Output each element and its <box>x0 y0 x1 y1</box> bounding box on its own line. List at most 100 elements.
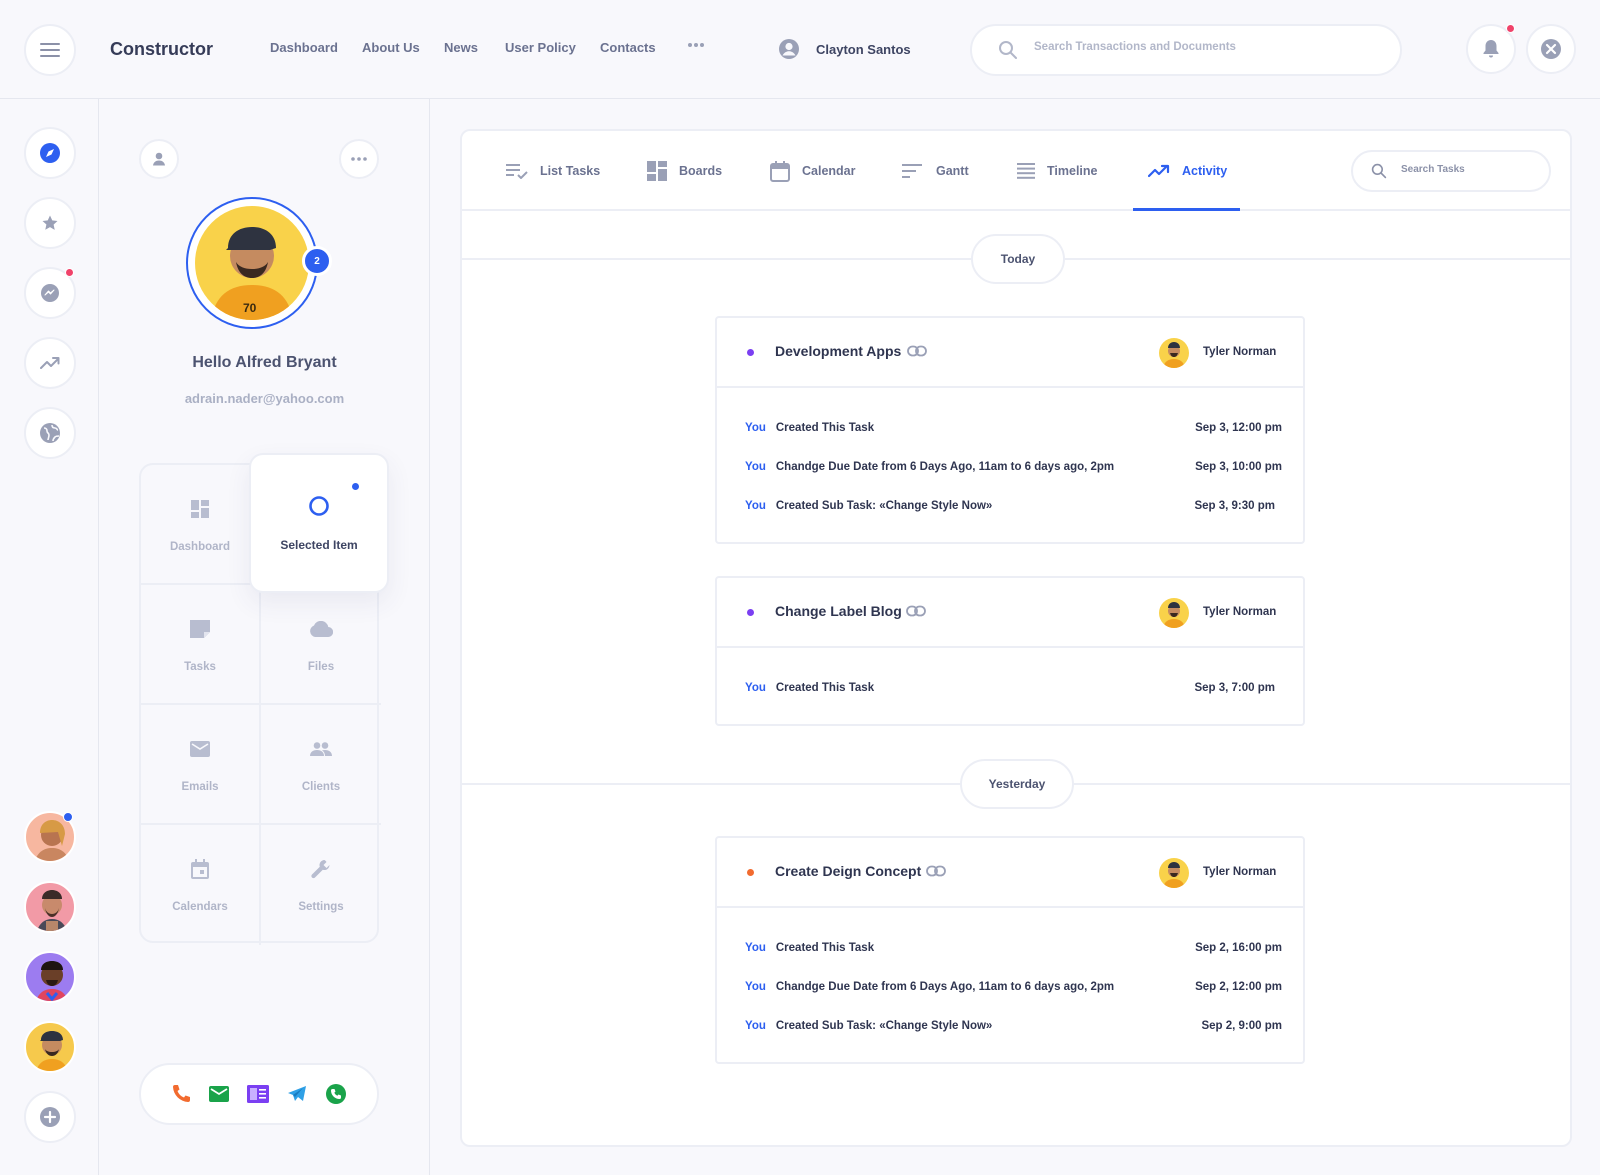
link-icon <box>926 865 946 877</box>
task-search-box[interactable] <box>1351 150 1551 192</box>
status-dot <box>747 869 754 876</box>
user-icon <box>153 152 165 166</box>
team-avatar-2[interactable] <box>24 881 76 933</box>
activity-card-header: Change Label Blog Tyler Norman <box>717 578 1303 648</box>
telegram-icon <box>288 1086 306 1101</box>
rail-explore-button[interactable] <box>24 127 76 179</box>
rail-analytics-button[interactable] <box>24 337 76 389</box>
menu-item-calendars[interactable]: Calendars <box>141 825 261 945</box>
user-account[interactable]: Clayton Santos <box>778 38 911 60</box>
search-icon <box>1371 163 1387 179</box>
actor: You <box>745 942 766 954</box>
task-link-button[interactable] <box>926 865 946 877</box>
avatar-image <box>1163 862 1185 888</box>
task-link-button[interactable] <box>906 605 926 617</box>
nav-more-button[interactable] <box>687 42 705 48</box>
tab-calendar[interactable]: Calendar <box>770 159 856 183</box>
tab-gantt[interactable]: Gantt <box>902 159 969 183</box>
add-member-button[interactable] <box>24 1091 76 1143</box>
tab-timeline[interactable]: Timeline <box>1017 159 1097 183</box>
nav-user-policy[interactable]: User Policy <box>505 40 576 55</box>
whatsapp-icon <box>326 1084 346 1104</box>
task-search-input[interactable] <box>1401 164 1541 175</box>
user-name: Clayton Santos <box>816 41 911 57</box>
assignee-avatar[interactable] <box>1159 338 1189 368</box>
globe-icon <box>40 423 60 443</box>
team-avatar-4[interactable] <box>24 1021 76 1073</box>
bell-icon <box>1483 40 1499 58</box>
activity-text: Created Sub Task: «Change Style Now» <box>775 500 993 512</box>
menu-item-label: Clients <box>301 781 341 793</box>
task-title[interactable]: Create Deign Concept <box>775 863 921 879</box>
people-icon <box>310 742 332 756</box>
rail-globe-button[interactable] <box>24 407 76 459</box>
tab-boards[interactable]: Boards <box>647 159 722 183</box>
menu-item-dashboard[interactable]: Dashboard <box>141 465 261 585</box>
selected-indicator-dot <box>352 483 359 490</box>
contact-actions <box>139 1063 379 1125</box>
list-check-icon <box>506 164 528 179</box>
top-search-input[interactable] <box>1034 41 1374 53</box>
assignee-avatar[interactable] <box>1159 858 1189 888</box>
note-icon <box>190 620 210 638</box>
menu-item-label: Settings <box>298 901 344 913</box>
email-button[interactable] <box>209 1086 229 1102</box>
rail-favorites-button[interactable] <box>24 197 76 249</box>
activity-row: You Chandge Due Date from 6 Days Ago, 11a… <box>745 461 1282 473</box>
avatar-image <box>1163 342 1185 368</box>
phone-button[interactable] <box>171 1084 191 1104</box>
activity-card-header: Development Apps Tyler Norman <box>717 318 1303 388</box>
nav-dashboard[interactable]: Dashboard <box>270 40 338 55</box>
activity-text: Created This Task <box>775 682 875 694</box>
status-dot <box>747 609 754 616</box>
task-title[interactable]: Change Label Blog <box>775 603 902 619</box>
status-dot <box>747 349 754 356</box>
whatsapp-button[interactable] <box>325 1083 347 1105</box>
tab-label: Gantt <box>936 164 969 178</box>
team-avatar-1-status-dot <box>63 812 73 822</box>
menu-button[interactable] <box>24 24 76 76</box>
timeline-icon <box>1017 163 1035 179</box>
hamburger-icon <box>40 43 60 57</box>
profile-notification-badge: 2 <box>302 246 332 276</box>
tab-activity[interactable]: Activity <box>1148 159 1227 183</box>
profile-user-button[interactable] <box>139 139 179 179</box>
profile-more-button[interactable] <box>339 139 379 179</box>
nav-about-us[interactable]: About Us <box>362 40 420 55</box>
activity-time: Sep 2, 9:00 pm <box>1201 1020 1282 1032</box>
team-avatar-3[interactable] <box>24 951 76 1003</box>
menu-item-clients[interactable]: Clients <box>261 705 381 825</box>
avatar-image <box>36 890 68 931</box>
menu-item-selected[interactable]: Selected Item <box>249 453 389 593</box>
profile-avatar[interactable]: 70 <box>195 206 309 320</box>
svg-text:70: 70 <box>243 301 257 315</box>
active-tab-indicator <box>1133 208 1240 211</box>
nav-news[interactable]: News <box>444 40 478 55</box>
tab-list-tasks[interactable]: List Tasks <box>506 159 600 183</box>
actor: You <box>745 1020 766 1032</box>
news-button[interactable] <box>247 1085 269 1103</box>
avatar-image <box>35 1031 69 1071</box>
activity-row: You Created Sub Task: «Change Style Now» S… <box>745 500 1282 512</box>
activity-card-header: Create Deign Concept Tyler Norman <box>717 838 1303 908</box>
close-circle-icon <box>1541 39 1561 59</box>
search-icon <box>999 41 1017 59</box>
plus-circle-icon <box>40 1107 60 1127</box>
assignee-avatar[interactable] <box>1159 598 1189 628</box>
menu-item-label: Calendars <box>172 901 228 913</box>
task-title[interactable]: Development Apps <box>775 343 901 359</box>
menu-item-tasks[interactable]: Tasks <box>141 585 261 705</box>
nav-contacts[interactable]: Contacts <box>600 40 656 55</box>
activity-time: Sep 2, 12:00 pm <box>1195 981 1282 993</box>
calendar-icon <box>770 161 790 182</box>
close-button[interactable] <box>1526 24 1576 74</box>
menu-item-emails[interactable]: Emails <box>141 705 261 825</box>
menu-item-settings[interactable]: Settings <box>261 825 381 945</box>
telegram-button[interactable] <box>287 1085 307 1103</box>
user-circle-icon <box>779 39 799 59</box>
top-search-box[interactable] <box>970 24 1402 76</box>
activity-row: You Created This Task Sep 3, 12:00 pm <box>745 422 1282 434</box>
tab-label: Boards <box>679 164 723 178</box>
menu-item-files[interactable]: Files <box>261 585 381 705</box>
task-link-button[interactable] <box>907 345 927 357</box>
